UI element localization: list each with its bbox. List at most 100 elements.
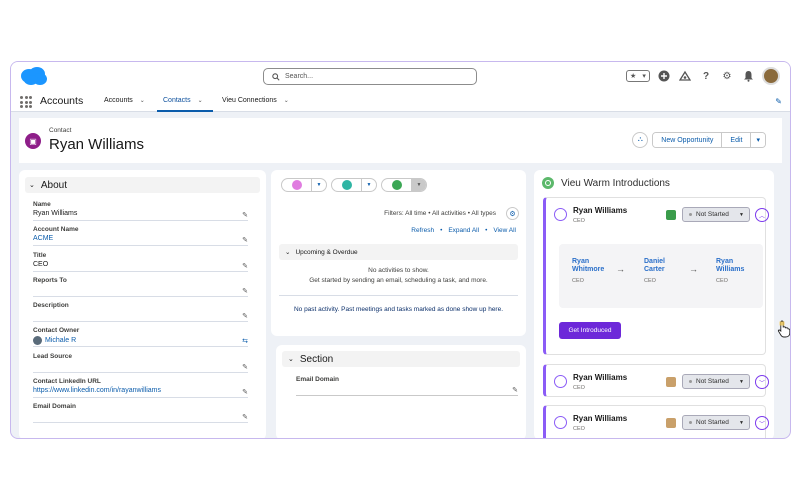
chain-node[interactable]: Ryan Williams CEO [716,258,744,285]
owner-avatar [33,336,42,345]
chevron-down-icon[interactable]: ⌄ [198,98,203,104]
edit-nav-icon[interactable]: ✎ [775,97,782,106]
field-contact-owner: Contact Owner Michale R ⇆ [33,327,248,347]
app-name: Accounts [40,95,84,107]
user-avatar[interactable] [762,67,780,85]
pencil-icon[interactable]: ✎ [242,312,248,320]
pencil-icon[interactable]: ✎ [242,287,248,295]
chevron-down-icon: ▼ [739,419,744,426]
phone-icon [341,180,352,190]
star-icon: ★ [630,73,637,80]
nav-tab-accounts[interactable]: Accounts ⌄ [104,97,145,104]
refresh-link[interactable]: Refresh [411,227,434,234]
status-dropdown[interactable]: Not Started ▼ [682,415,750,430]
person-card: Ryan Williams CEO Not Started ▼ ﹀ [543,364,769,397]
select-radio[interactable] [554,208,567,221]
nav-tab-vieu-connections[interactable]: Vieu Connections ⌄ [222,97,289,104]
pencil-icon[interactable]: ✎ [242,262,248,270]
chain-node[interactable]: Ryan Whitmore CEO [572,258,604,285]
gear-icon[interactable]: ⚙ [720,69,734,83]
search-placeholder: Search... [285,73,314,80]
separator-dot: • [440,227,443,234]
field-account-name: Account Name ACME ✎ [33,226,248,246]
new-event-button[interactable]: ▼ [281,178,327,192]
object-label: Contact [49,127,72,134]
field-email-domain-section: Email Domain ✎ [296,376,518,396]
filter-settings-icon[interactable]: ⚙ [506,207,519,220]
pencil-icon[interactable]: ✎ [512,386,518,394]
add-icon[interactable] [657,69,671,83]
upcoming-overdue-header[interactable]: ⌄ Upcoming & Overdue [279,244,518,260]
bell-icon[interactable] [741,69,755,83]
person-name: Ryan Williams [573,206,628,215]
app-launcher-icon[interactable] [20,96,32,108]
global-header: Search... ★ ▾ ? ⚙ [11,62,790,92]
owner-link[interactable]: Michale R [45,337,76,344]
trailhead-icon[interactable] [678,69,692,83]
edit-button[interactable]: Edit [722,133,752,147]
chevron-down-icon[interactable]: ▼ [412,179,426,191]
pencil-icon[interactable]: ✎ [242,211,248,219]
signal-bars-icon [666,210,676,220]
hand-cursor-icon [777,320,790,338]
nav-tab-contacts[interactable]: Contacts ⌄ [163,97,203,104]
section-heading: Section [299,353,334,365]
expand-button[interactable]: ﹀ [755,375,769,389]
separator-dot: • [485,227,488,234]
pencil-icon[interactable]: ✎ [242,413,248,421]
arrow-right-icon: → [616,264,625,274]
select-radio[interactable] [554,416,567,429]
active-tab-indicator [157,110,213,112]
new-task-button[interactable]: ▼ [381,178,427,192]
favorites-button[interactable]: ★ ▾ [626,70,650,82]
section-header[interactable]: ⌄ Section [282,351,520,367]
chevron-down-icon: ⌄ [285,249,291,256]
view-all-link[interactable]: View All [493,227,516,234]
new-opportunity-button[interactable]: New Opportunity [653,133,723,147]
more-actions-button[interactable]: ▾ [751,133,765,147]
about-heading: About [40,179,68,191]
field-lead-source: Lead Source ✎ [33,353,248,373]
contact-icon: ▣ [25,133,41,149]
arrow-right-icon: → [689,264,698,274]
change-owner-icon[interactable]: ⇆ [242,337,248,345]
log-call-button[interactable]: ▼ [331,178,377,192]
chain-node[interactable]: Daniel Carter CEO [644,258,665,285]
signal-bars-icon [666,377,676,387]
chevron-up-icon: ︿ [758,213,765,220]
chevron-down-icon[interactable]: ▼ [312,179,326,191]
collapse-button[interactable]: ︿ [755,208,769,222]
global-search-input[interactable]: Search... [263,68,477,85]
status-dropdown[interactable]: Not Started ▼ [682,374,750,389]
chevron-down-icon: ▾ [756,137,760,144]
pencil-icon[interactable]: ✎ [242,236,248,244]
expand-button[interactable]: ﹀ [755,416,769,430]
vieu-logo-icon [542,177,554,189]
field-title: Title CEO ✎ [33,252,248,272]
vieu-title: Vieu Warm Introductions [561,177,670,189]
chevron-down-icon: ﹀ [758,421,765,428]
expand-all-link[interactable]: Expand All [448,227,479,234]
pencil-icon[interactable]: ✎ [242,388,248,396]
pencil-icon[interactable]: ✎ [242,363,248,371]
about-section-header[interactable]: ⌄ About [25,177,260,193]
person-name: Ryan Williams [573,414,628,423]
salesforce-cloud-logo[interactable] [19,66,49,86]
linkedin-link[interactable]: https://www.linkedin.com/in/rayanwilliam… [33,387,248,394]
chevron-down-icon: ⌄ [29,182,35,189]
record-actions: New Opportunity Edit ▾ [652,132,766,148]
account-link[interactable]: ACME [33,235,248,242]
hierarchy-button[interactable]: ⛬ [632,132,649,148]
get-introduced-button[interactable]: Get Introduced [559,322,621,339]
field-linkedin-url: Contact LinkedIn URL https://www.linkedi… [33,378,248,398]
chevron-down-icon[interactable]: ⌄ [140,98,145,104]
select-radio[interactable] [554,375,567,388]
help-icon[interactable]: ? [699,69,713,83]
chevron-down-icon: ▼ [739,211,744,218]
status-dropdown[interactable]: Not Started ▼ [682,207,750,222]
person-role: CEO [573,426,585,432]
hierarchy-icon: ⛬ [637,136,643,143]
chevron-down-icon[interactable]: ⌄ [284,98,289,104]
chevron-down-icon[interactable]: ▼ [362,179,376,191]
about-card: ⌄ About Name Ryan Williams ✎ Account Nam… [19,170,266,438]
